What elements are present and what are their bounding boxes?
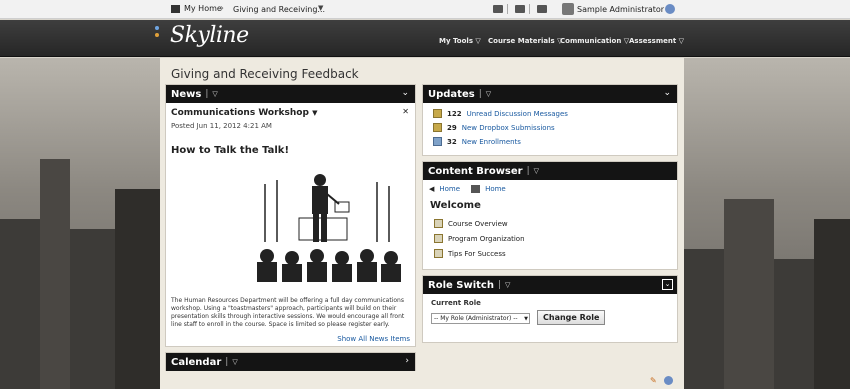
logo-dots-icon	[155, 26, 161, 40]
dropbox-icon	[433, 123, 442, 132]
enrollment-icon	[433, 137, 442, 146]
help-icon[interactable]	[665, 4, 675, 14]
chevron-down-icon[interactable]: ▼	[318, 4, 323, 12]
back-arrow-icon[interactable]: ◀	[429, 185, 434, 193]
list-item[interactable]: Course Overview	[434, 219, 508, 228]
module-icon	[434, 234, 443, 243]
content-heading: Welcome	[430, 200, 481, 211]
widget-title: Updates	[428, 88, 475, 100]
site-header: Skyline My Tools ▽ Course Materials ▽ Co…	[0, 20, 850, 57]
list-item[interactable]: Program Organization	[434, 234, 525, 243]
divider	[529, 4, 530, 14]
avatar	[562, 3, 574, 15]
widget-header: News | ▽ ⌄	[166, 85, 415, 103]
discussion-icon	[433, 109, 442, 118]
content-browser-widget: Content Browser | ▽ ◀ Home Home Welcome C…	[422, 161, 678, 270]
breadcrumb-home[interactable]: Home	[485, 185, 506, 193]
nav-assessment[interactable]: Assessment ▽	[629, 37, 684, 45]
home-icon	[471, 185, 481, 193]
my-home-label: My Home	[184, 4, 222, 13]
module-icon	[434, 249, 443, 258]
list-item[interactable]: Tips For Success	[434, 249, 506, 258]
widget-title: Calendar	[171, 356, 222, 368]
nav-course-materials[interactable]: Course Materials ▽	[488, 37, 563, 45]
breadcrumb: ◀ Home Home	[429, 185, 506, 193]
speaker-illustration	[247, 172, 407, 286]
widget-title: News	[171, 88, 202, 100]
change-role-button[interactable]: Change Role	[537, 310, 606, 325]
edit-icon[interactable]: ✎	[650, 376, 657, 385]
show-all-news-link[interactable]: Show All News Items	[337, 335, 410, 343]
page-title: Giving and Receiving Feedback	[171, 67, 359, 81]
chevron-down-icon[interactable]: ⌄	[401, 88, 409, 98]
close-icon[interactable]: ✕	[402, 107, 409, 116]
dropdown-icon[interactable]: ▽	[232, 358, 237, 366]
notification-icon[interactable]	[515, 5, 525, 13]
user-menu[interactable]: Sample Administrator ▼	[562, 3, 672, 15]
collapse-icon[interactable]: ⌄	[662, 279, 673, 290]
chevron-down-icon[interactable]: ⌄	[663, 88, 671, 98]
news-heading: How to Talk the Talk!	[171, 145, 290, 156]
chevron-right-icon: ›	[220, 3, 224, 14]
divider	[507, 4, 508, 14]
module-icon	[434, 219, 443, 228]
widget-header: Calendar | ▽ ›	[166, 353, 415, 371]
nav-my-tools[interactable]: My Tools ▽	[439, 37, 481, 45]
widget-header: Content Browser | ▽	[423, 162, 677, 180]
nav-communication[interactable]: Communication ▽	[560, 37, 629, 45]
widget-title: Content Browser	[428, 165, 523, 177]
list-item[interactable]: 122 Unread Discussion Messages	[433, 109, 568, 118]
top-bar: My Home › Giving and Receiving... ▼ Samp…	[0, 0, 850, 19]
news-posted-date: Posted Jun 11, 2012 4:21 AM	[171, 122, 272, 130]
mail-icon[interactable]	[493, 5, 503, 13]
widget-header: Role Switch | ▽ ⌄	[423, 276, 677, 294]
home-icon	[171, 4, 180, 13]
updates-widget: Updates | ▽ ⌄ 122 Unread Discussion Messag…	[422, 84, 678, 156]
dropdown-icon[interactable]: ▽	[534, 167, 539, 175]
calendar-widget: Calendar | ▽ ›	[165, 352, 416, 371]
list-item[interactable]: 32 New Enrollments	[433, 137, 521, 146]
news-body: The Human Resources Department will be o…	[171, 297, 405, 328]
chevron-down-icon: ▼	[524, 316, 528, 322]
logo[interactable]: Skyline	[170, 23, 249, 48]
chat-icon[interactable]	[537, 5, 547, 13]
widget-title: Role Switch	[428, 279, 494, 291]
role-switch-widget: Role Switch | ▽ ⌄ Current Role -- My Role…	[422, 275, 678, 343]
user-name: Sample Administrator	[577, 4, 665, 14]
dropdown-icon[interactable]: ▽	[505, 281, 510, 289]
role-select[interactable]: -- My Role (Administrator) -- ▼	[431, 313, 530, 324]
breadcrumb-home[interactable]: Home	[439, 185, 460, 193]
dropdown-icon[interactable]: ▽	[212, 90, 217, 98]
settings-icon[interactable]	[664, 376, 673, 385]
course-selector-label[interactable]: Giving and Receiving...	[233, 5, 325, 14]
news-item-title[interactable]: Communications Workshop ▼	[171, 108, 317, 118]
current-role-label: Current Role	[431, 299, 481, 307]
dropdown-icon[interactable]: ▽	[486, 90, 491, 98]
my-home-link[interactable]: My Home	[171, 4, 222, 13]
widget-header: Updates | ▽ ⌄	[423, 85, 677, 103]
list-item[interactable]: 29 New Dropbox Submissions	[433, 123, 555, 132]
chevron-right-icon[interactable]: ›	[405, 356, 409, 366]
